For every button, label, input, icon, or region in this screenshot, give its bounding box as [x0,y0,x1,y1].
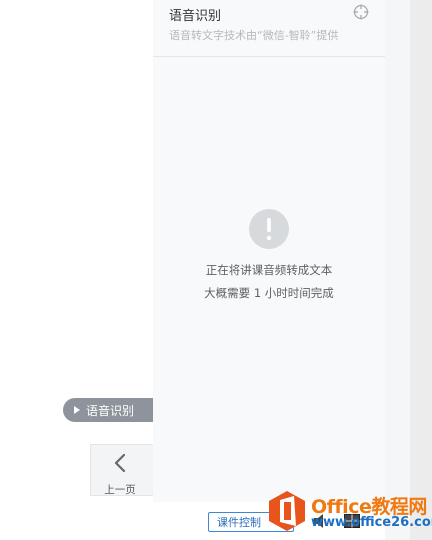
speech-recognition-tab-label: 语音识别 [86,403,135,418]
right-edge-strip [385,0,410,540]
panel-subtitle: 语音转文字技术由“微信-智聆”提供 [169,29,339,42]
panel-title: 语音识别 [169,9,222,24]
office-logo-icon [269,491,305,531]
course-control-label: 课件控制 [217,516,261,529]
status-message-line1: 正在将讲课音频转成文本 [205,263,333,277]
triangle-right-icon [74,406,80,414]
prev-page-label: 上一页 [104,484,136,496]
chevron-left-icon [114,453,126,473]
prev-page-button[interactable]: 上一页 [90,444,153,496]
exclamation-icon [249,209,289,249]
crosshair-icon[interactable] [353,4,369,20]
scrollbar-track[interactable] [410,0,432,540]
speech-recognition-panel: 语音识别 语音转文字技术由“微信-智聆”提供 正在将讲课音频转成文本 大概需要 … [153,0,385,502]
watermark-url: www.office26.com [311,515,432,530]
panel-header: 语音识别 语音转文字技术由“微信-智聆”提供 [153,0,385,57]
status-message-line2: 大概需要 1 小时时间完成 [204,286,334,300]
speech-recognition-tab[interactable]: 语音识别 [63,398,153,422]
